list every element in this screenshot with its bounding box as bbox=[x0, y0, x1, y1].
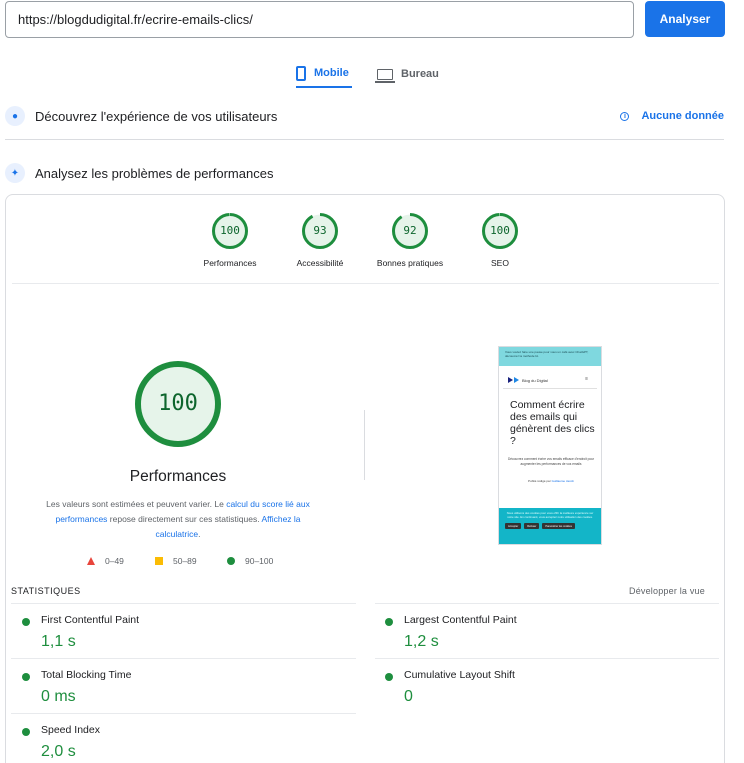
metric-name: First Contentful Paint bbox=[41, 614, 140, 626]
square-icon bbox=[155, 557, 163, 565]
metric-cls: Cumulative Layout Shift 0 bbox=[385, 669, 705, 709]
performance-section-title: Analysez les problèmes de performances bbox=[35, 165, 274, 181]
experience-section: ● Découvrez l'expérience de vos utilisat… bbox=[5, 104, 724, 128]
score-value: 92 bbox=[403, 224, 417, 237]
metric-name: Total Blocking Time bbox=[41, 669, 132, 681]
experience-title: Découvrez l'expérience de vos utilisateu… bbox=[35, 108, 278, 124]
metric-name: Speed Index bbox=[41, 724, 100, 736]
score-label: Accessibilité bbox=[296, 258, 344, 268]
metric-value: 1,1 s bbox=[41, 633, 76, 650]
expand-view-link[interactable]: Développer la vue bbox=[629, 586, 705, 596]
divider bbox=[11, 713, 356, 714]
pass-icon bbox=[385, 618, 393, 626]
score-gauge-seo[interactable]: 100 SEO bbox=[466, 212, 534, 268]
score-gauge-performance[interactable]: 100 Performances bbox=[196, 212, 264, 268]
divider bbox=[12, 283, 719, 284]
page-screenshot: Vous voulez faire une pause pour vous un… bbox=[498, 346, 602, 545]
score-value: 100 bbox=[490, 224, 510, 237]
pass-icon bbox=[22, 728, 30, 736]
circle-icon bbox=[227, 557, 235, 565]
lighthouse-icon: ✦ bbox=[5, 163, 25, 183]
metric-value: 0 bbox=[404, 688, 413, 705]
info-icon: i bbox=[620, 111, 630, 121]
score-gauge-best-practices[interactable]: 92 Bonnes pratiques bbox=[366, 212, 454, 268]
legend-range: 50–89 bbox=[173, 556, 197, 566]
tab-mobile[interactable]: Mobile bbox=[296, 60, 352, 88]
tab-mobile-label: Mobile bbox=[314, 67, 349, 79]
cookie-settings: Paramétrer les cookies bbox=[542, 523, 575, 529]
preview-author: Publié rédigé par Guillaume Jacob bbox=[507, 479, 595, 483]
pass-icon bbox=[22, 673, 30, 681]
preview-heading: Comment écrire des emails qui génèrent d… bbox=[510, 399, 595, 447]
metric-value: 0 ms bbox=[41, 688, 76, 705]
score-label: SEO bbox=[491, 258, 509, 268]
metric-fcp: First Contentful Paint 1,1 s bbox=[22, 614, 342, 654]
score-label: Bonnes pratiques bbox=[376, 258, 444, 268]
no-data-label: Aucune donnée bbox=[641, 110, 724, 122]
phone-icon bbox=[296, 65, 306, 81]
preview-logo: Blog du Digital bbox=[508, 377, 548, 383]
author-name: Guillaume Jacob bbox=[551, 479, 574, 483]
desktop-icon bbox=[375, 68, 395, 83]
metric-lcp: Largest Contentful Paint 1,2 s bbox=[385, 614, 705, 654]
legend-range: 90–100 bbox=[245, 556, 274, 566]
metric-speed-index: Speed Index 2,0 s bbox=[22, 724, 342, 762]
divider bbox=[375, 603, 719, 604]
divider bbox=[5, 139, 724, 140]
triangle-icon bbox=[87, 557, 95, 565]
score-value: 100 bbox=[220, 224, 240, 237]
divider bbox=[11, 658, 356, 659]
analyze-button[interactable]: Analyser bbox=[645, 1, 725, 37]
divider bbox=[364, 410, 365, 480]
preview-banner: Vous voulez faire une pause pour vous un… bbox=[499, 347, 601, 366]
desc-text: . bbox=[198, 529, 201, 539]
divider bbox=[375, 658, 719, 659]
cookie-text: Nous utilisons des cookies pour vous off… bbox=[506, 511, 594, 519]
metric-name: Cumulative Layout Shift bbox=[404, 669, 515, 681]
metric-value: 2,0 s bbox=[41, 743, 76, 760]
cookie-refuse: Refuser bbox=[524, 523, 540, 529]
score-description: Les valeurs sont estimées et peuvent var… bbox=[36, 497, 320, 542]
legend-average: 50–89 bbox=[155, 556, 197, 566]
stats-heading: STATISTIQUES bbox=[11, 586, 81, 596]
preview-logo-text: Blog du Digital bbox=[522, 377, 548, 383]
cookie-accept: Accepter bbox=[505, 523, 522, 529]
divider bbox=[11, 603, 356, 604]
performance-score: 100 bbox=[158, 391, 198, 416]
pass-icon bbox=[385, 673, 393, 681]
legend-range: 0–49 bbox=[105, 556, 124, 566]
score-label: Performances bbox=[203, 258, 257, 268]
author-prefix: Publié rédigé par bbox=[528, 479, 551, 483]
users-icon: ● bbox=[5, 106, 25, 126]
score-gauge-accessibility[interactable]: 93 Accessibilité bbox=[286, 212, 354, 268]
legend-fail: 0–49 bbox=[87, 556, 124, 566]
metric-value: 1,2 s bbox=[404, 633, 439, 650]
preview-cookie-banner: Nous utilisons des cookies pour vous off… bbox=[499, 508, 601, 544]
score-value: 93 bbox=[313, 224, 327, 237]
play-icon bbox=[508, 377, 513, 383]
metric-tbt: Total Blocking Time 0 ms bbox=[22, 669, 342, 709]
menu-icon: ≡ bbox=[585, 376, 588, 382]
url-input[interactable] bbox=[5, 1, 634, 38]
tab-desktop-label: Bureau bbox=[401, 68, 439, 80]
pass-icon bbox=[22, 618, 30, 626]
no-data-link[interactable]: i Aucune donnée bbox=[620, 110, 724, 122]
legend-pass: 90–100 bbox=[227, 556, 273, 566]
performance-section: ✦ Analysez les problèmes de performances bbox=[5, 161, 724, 185]
preview-subtitle: Découvrez comment écrire vos emails effi… bbox=[507, 457, 595, 466]
desc-text: Les valeurs sont estimées et peuvent var… bbox=[46, 499, 227, 509]
play-icon bbox=[514, 377, 519, 383]
tab-desktop[interactable]: Bureau bbox=[375, 60, 439, 88]
desc-text: repose directement sur ces statistiques. bbox=[107, 514, 262, 524]
divider bbox=[503, 388, 597, 389]
metric-name: Largest Contentful Paint bbox=[404, 614, 517, 626]
performance-title: Performances bbox=[129, 468, 227, 485]
